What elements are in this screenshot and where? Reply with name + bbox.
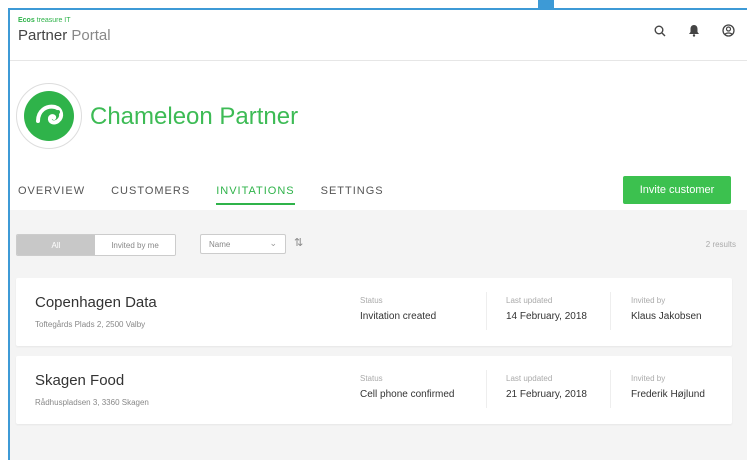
results-count: 2 results: [705, 240, 736, 249]
divider: [610, 292, 611, 330]
chevron-down-icon: ⌄: [269, 238, 277, 248]
updated-label: Last updated: [506, 374, 553, 383]
status-label: Status: [360, 374, 383, 383]
brand-logo: Ecos treasure IT: [18, 17, 71, 24]
invitation-card[interactable]: Copenhagen Data Toftegårds Plads 2, 2500…: [16, 278, 732, 346]
divider: [610, 370, 611, 408]
status-column: Status Invitation created: [360, 296, 436, 322]
customer-name: Skagen Food: [35, 372, 125, 389]
divider: [486, 370, 487, 408]
filter-invited-by-me-button[interactable]: Invited by me: [95, 235, 175, 255]
invitation-card[interactable]: Skagen Food Rådhuspladsen 3, 3360 Skagen…: [16, 356, 732, 424]
customer-address: Rådhuspladsen 3, 3360 Skagen: [35, 398, 149, 407]
invited-by-value: Frederik Højlund: [631, 389, 705, 400]
divider: [486, 292, 487, 330]
top-bar: Ecos treasure IT Partner Portal: [10, 10, 747, 61]
avatar: [16, 83, 82, 149]
filter-bar: All Invited by me Name ⌄ ⇅ 2 results: [16, 234, 736, 258]
invited-by-column: Invited by Frederik Højlund: [631, 374, 705, 400]
user-icon[interactable]: [722, 24, 735, 37]
invited-filter-toggle: All Invited by me: [16, 234, 176, 256]
invited-by-label: Invited by: [631, 296, 666, 305]
updated-label: Last updated: [506, 296, 553, 305]
updated-value: 21 February, 2018: [506, 389, 587, 400]
updated-column: Last updated 21 February, 2018: [506, 374, 587, 400]
filter-all-button[interactable]: All: [17, 235, 95, 255]
status-label: Status: [360, 296, 383, 305]
invitations-panel: All Invited by me Name ⌄ ⇅ 2 results Cop…: [10, 210, 747, 460]
invited-by-label: Invited by: [631, 374, 666, 383]
portal-title: Partner Portal: [18, 27, 111, 44]
bell-icon[interactable]: [688, 24, 700, 37]
tab-overview[interactable]: OVERVIEW: [18, 185, 85, 205]
sort-by-value: Name: [209, 239, 231, 249]
chameleon-logo-icon: [24, 91, 74, 141]
partner-header: Chameleon Partner OVERVIEW CUSTOMERS INV…: [10, 61, 747, 211]
updated-column: Last updated 14 February, 2018: [506, 296, 587, 322]
invited-by-value: Klaus Jakobsen: [631, 311, 702, 322]
invite-customer-button[interactable]: Invite customer: [623, 176, 731, 204]
updated-value: 14 February, 2018: [506, 311, 587, 322]
status-value: Invitation created: [360, 311, 437, 322]
tab-customers[interactable]: CUSTOMERS: [111, 185, 190, 205]
invited-by-column: Invited by Klaus Jakobsen: [631, 296, 702, 322]
sort-by-select[interactable]: Name ⌄: [200, 234, 286, 254]
sort-direction-icon[interactable]: ⇅: [294, 236, 303, 249]
tab-invitations[interactable]: INVITATIONS: [216, 185, 295, 205]
app-window: Ecos treasure IT Partner Portal Chameleo…: [8, 8, 747, 460]
customer-name: Copenhagen Data: [35, 294, 157, 311]
tab-bar: OVERVIEW CUSTOMERS INVITATIONS SETTINGS: [18, 185, 410, 205]
tab-settings[interactable]: SETTINGS: [321, 185, 384, 205]
status-value: Cell phone confirmed: [360, 389, 455, 400]
partner-name: Chameleon Partner: [90, 103, 299, 130]
customer-address: Toftegårds Plads 2, 2500 Valby: [35, 320, 146, 329]
status-column: Status Cell phone confirmed: [360, 374, 455, 400]
search-icon[interactable]: [654, 25, 666, 37]
